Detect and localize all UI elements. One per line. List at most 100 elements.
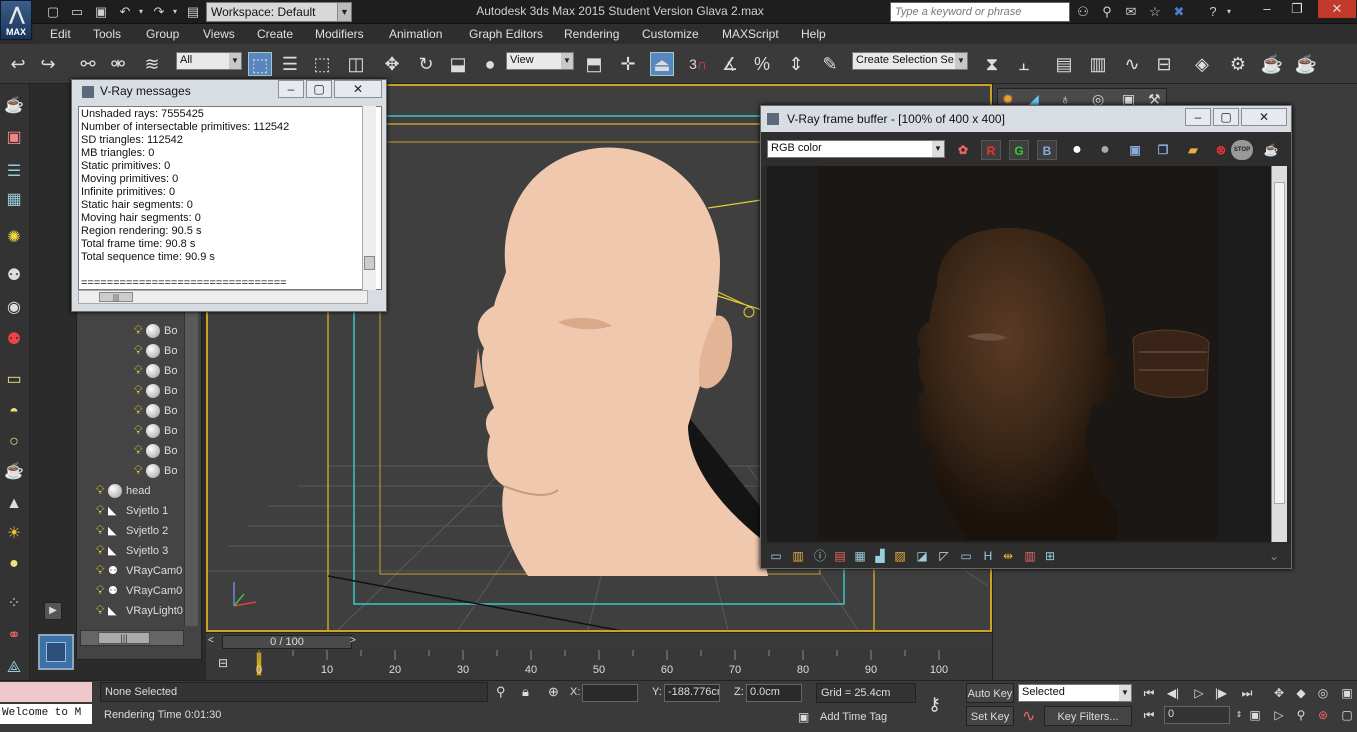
render-production-icon[interactable]: ☕: [1294, 52, 1318, 76]
exchange-icon[interactable]: ✖: [1170, 3, 1188, 21]
table-icon[interactable]: ▦: [2, 188, 26, 212]
subscription-icon[interactable]: ⚲: [1098, 3, 1116, 21]
light-bulb-icon[interactable]: 💡︎: [96, 480, 108, 500]
key-filters-button[interactable]: Key Filters...: [1044, 706, 1132, 726]
percent-snap-icon[interactable]: %: [750, 52, 774, 76]
x-coordinate-input[interactable]: [582, 684, 638, 702]
explorer-vertical-scrollbar[interactable]: [184, 310, 198, 626]
minimize-icon[interactable]: –: [1252, 0, 1282, 18]
light-bulb-icon[interactable]: 💡︎: [96, 560, 108, 580]
walkthrough-icon[interactable]: ⚲: [1292, 706, 1310, 724]
histogram-icon[interactable]: ▟: [871, 547, 889, 565]
menu-maxscript[interactable]: MAXScript: [722, 27, 779, 41]
pivot-center-icon[interactable]: ⬒: [582, 52, 606, 76]
rendered-frame-window-icon[interactable]: ☕: [1260, 52, 1284, 76]
light-bulb-icon[interactable]: 💡︎: [96, 600, 108, 620]
helper-icon[interactable]: ◉: [2, 296, 26, 320]
menu-graph-editors[interactable]: Graph Editors: [469, 27, 543, 41]
light-bulb-icon[interactable]: 💡︎: [134, 440, 146, 460]
unlink-icon[interactable]: ⚮: [106, 52, 130, 76]
menu-group[interactable]: Group: [146, 27, 179, 41]
mirror-icon[interactable]: ⧗: [980, 52, 1004, 76]
help-dropdown-icon[interactable]: ▾: [1220, 3, 1238, 21]
menu-modifiers[interactable]: Modifiers: [315, 27, 364, 41]
key-mode-dropdown[interactable]: Selected ▼: [1018, 684, 1132, 702]
save-file-icon[interactable]: ▣: [92, 3, 110, 21]
application-button[interactable]: ⋀ MAX: [0, 0, 32, 40]
favorites-star-icon[interactable]: ☆: [1146, 3, 1164, 21]
rectangular-selection-icon[interactable]: ⬚: [310, 52, 334, 76]
previous-frame-icon[interactable]: ◀|: [1164, 684, 1182, 702]
select-and-scale-icon[interactable]: ⬓: [446, 52, 470, 76]
exposure-icon[interactable]: ◪: [913, 547, 931, 565]
select-and-place-icon[interactable]: ●: [478, 52, 502, 76]
select-and-link-icon[interactable]: ⚯: [76, 52, 100, 76]
ball-icon[interactable]: ●: [2, 552, 26, 576]
srgb-icon[interactable]: ◸: [935, 547, 953, 565]
absolute-mode-icon[interactable]: ⊕: [548, 684, 559, 700]
vfb-canvas[interactable]: [767, 166, 1271, 542]
list-icon[interactable]: ☰: [2, 160, 26, 184]
menu-views[interactable]: Views: [203, 27, 235, 41]
go-to-end-icon[interactable]: ⏭: [1238, 684, 1256, 702]
explorer-scroll-thumb[interactable]: |||: [98, 632, 150, 644]
bind-to-space-warp-icon[interactable]: ≋: [140, 52, 164, 76]
curve-editor-icon[interactable]: ∿: [1120, 52, 1144, 76]
plane-icon[interactable]: ▭: [2, 368, 26, 392]
reference-coordinate-dropdown[interactable]: View ▼: [506, 52, 574, 70]
save-image-icon[interactable]: ▣: [1125, 140, 1145, 160]
duplicate-vfb-icon[interactable]: ❐: [1153, 140, 1173, 160]
hold-icon[interactable]: ▤: [184, 3, 202, 21]
next-frame-icon[interactable]: |▶: [1212, 684, 1230, 702]
window-crossing-icon[interactable]: ◫: [344, 52, 368, 76]
set-keys-key-icon[interactable]: ⚷: [928, 694, 941, 715]
light-icon[interactable]: ✺: [2, 226, 26, 250]
prev-frame-arrow-icon[interactable]: <: [208, 635, 214, 646]
time-slider[interactable]: < 0 / 100 >: [206, 632, 992, 650]
log-scroll-thumb[interactable]: [364, 256, 375, 270]
minimize-icon[interactable]: –: [278, 80, 304, 98]
pan-view-icon[interactable]: ▷: [1270, 706, 1288, 724]
menu-create[interactable]: Create: [257, 27, 293, 41]
ab-compare-icon[interactable]: ▥: [1021, 547, 1039, 565]
light-bulb-icon[interactable]: 💡︎: [96, 540, 108, 560]
compare-icon[interactable]: ⇹: [999, 547, 1017, 565]
stop-render-button[interactable]: STOP: [1231, 140, 1253, 160]
select-object-icon[interactable]: ⬚: [248, 52, 272, 76]
selection-lock-icon[interactable]: 🔒︎: [522, 684, 529, 700]
redo-icon[interactable]: ↪: [36, 52, 60, 76]
light-bulb-icon[interactable]: 💡︎: [134, 460, 146, 480]
new-file-icon[interactable]: ▢: [44, 3, 62, 21]
teapot-light-icon[interactable]: ☕: [2, 460, 26, 484]
channel-dropdown[interactable]: RGB color ▼: [767, 140, 945, 158]
light-bulb-icon[interactable]: 💡︎: [134, 420, 146, 440]
light-bulb-icon[interactable]: 💡︎: [134, 400, 146, 420]
viewport-layout-button[interactable]: [38, 634, 74, 670]
play-icon[interactable]: ▷: [1190, 684, 1208, 702]
alpha-channel-icon[interactable]: ●: [1067, 140, 1087, 160]
close-icon[interactable]: ✕: [1241, 108, 1287, 126]
go-to-start-icon[interactable]: ⏮: [1140, 684, 1158, 702]
align-icon[interactable]: ⫠: [1012, 52, 1036, 76]
ribbon-toggle-icon[interactable]: ▥: [1086, 52, 1110, 76]
expand-panel-icon[interactable]: ⌄: [1265, 547, 1283, 565]
light-bulb-icon[interactable]: 💡︎: [134, 360, 146, 380]
redo-dropdown-icon[interactable]: ▾: [166, 3, 184, 21]
light-bulb-icon[interactable]: 💡︎: [134, 320, 146, 340]
y-coordinate-input[interactable]: -188.776cm: [664, 684, 720, 702]
maximize-viewport-icon[interactable]: ▣: [1338, 684, 1356, 702]
zoom-all-icon[interactable]: ◆: [1292, 684, 1310, 702]
mono-channel-icon[interactable]: ●: [1095, 140, 1115, 160]
layer-manager-icon[interactable]: ▤: [1052, 52, 1076, 76]
vfb-scroll-thumb[interactable]: [1274, 182, 1285, 504]
render-icon[interactable]: ▣: [2, 126, 26, 150]
levels-icon[interactable]: ▤: [831, 547, 849, 565]
cone-icon[interactable]: ▲: [2, 492, 26, 516]
time-configuration-icon[interactable]: ▣: [1246, 706, 1264, 724]
vray-camera-icon[interactable]: ⚉: [2, 328, 26, 352]
listener-output[interactable]: Welcome to M: [0, 704, 92, 724]
next-frame-arrow-icon[interactable]: >: [350, 635, 356, 646]
green-channel-button[interactable]: G: [1009, 140, 1029, 160]
log-hscroll-thumb[interactable]: |||: [99, 292, 133, 302]
schematic-view-icon[interactable]: ⊟: [1152, 52, 1176, 76]
